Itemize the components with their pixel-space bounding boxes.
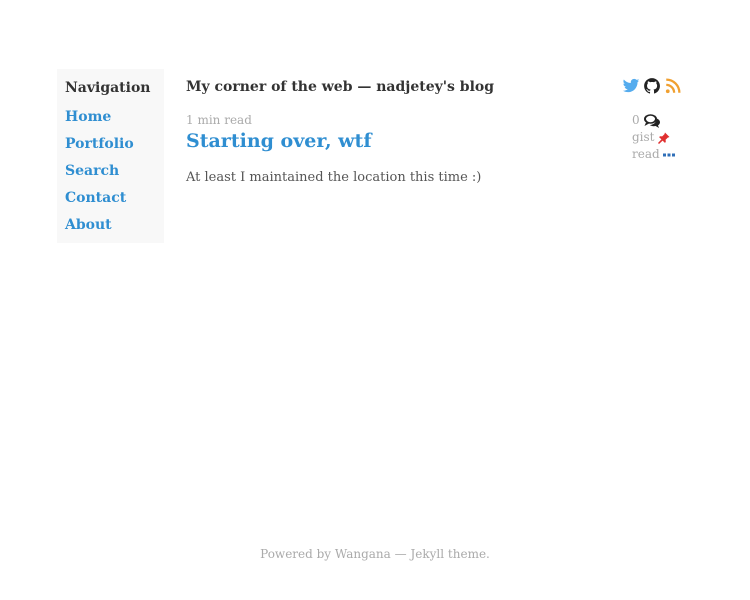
nav-link-home[interactable]: Home	[65, 104, 164, 131]
comments-icon	[643, 113, 661, 129]
ellipsis-icon	[662, 153, 675, 157]
gist-link[interactable]: gist	[632, 129, 702, 146]
nav-link-contact[interactable]: Contact	[65, 185, 164, 212]
footer-prefix: Powered by	[260, 547, 332, 561]
post-excerpt: At least I maintained the location this …	[186, 170, 482, 185]
site-title[interactable]: My corner of the web — nadjetey's blog	[186, 76, 494, 98]
pushpin-icon	[657, 132, 670, 144]
sidebar-navigation: Navigation Home Portfolio Search Contact…	[57, 69, 164, 243]
footer: Powered by Wangana — Jekyll theme.	[0, 545, 750, 563]
post-preview: 1 min read Starting over, wtf At least I…	[186, 112, 606, 187]
comment-count: 0	[632, 113, 640, 127]
rss-icon[interactable]	[664, 77, 682, 95]
read-more-link[interactable]: read	[632, 146, 702, 163]
read-label: read	[632, 147, 660, 161]
nav-link-portfolio[interactable]: Portfolio	[65, 131, 164, 158]
social-links	[622, 77, 682, 95]
nav-link-about[interactable]: About	[65, 212, 164, 239]
post-title-link[interactable]: Starting over, wtf	[186, 129, 372, 153]
read-time: 1 min read	[186, 113, 252, 127]
post-meta: 0 gist read	[632, 112, 702, 163]
footer-theme-link[interactable]: Wangana	[335, 547, 391, 561]
footer-suffix: — Jekyll theme.	[394, 547, 490, 561]
gist-label: gist	[632, 130, 655, 144]
comments-link[interactable]: 0	[632, 112, 702, 129]
nav-list: Home Portfolio Search Contact About	[65, 104, 164, 239]
twitter-icon[interactable]	[622, 77, 640, 95]
nav-link-search[interactable]: Search	[65, 158, 164, 185]
github-icon[interactable]	[643, 77, 661, 95]
nav-title: Navigation	[65, 80, 151, 96]
